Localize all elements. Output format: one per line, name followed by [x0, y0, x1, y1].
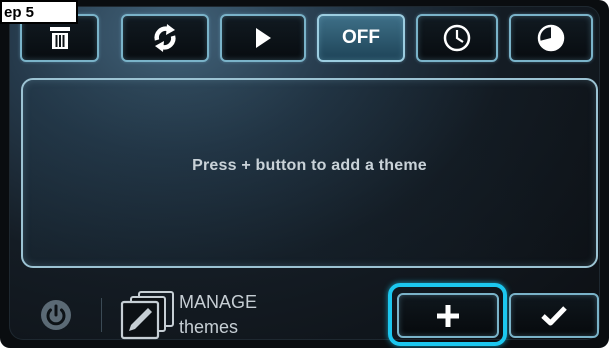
clock-icon [443, 24, 471, 52]
device-frame: OFF Press + button to add a theme MANAGE… [0, 0, 609, 348]
play-button[interactable] [220, 14, 306, 62]
toolbar: OFF [20, 14, 600, 64]
themes-list-panel: Press + button to add a theme [21, 78, 598, 268]
step-label: ep 5 [0, 0, 78, 24]
pie-timer-icon [537, 24, 565, 52]
manage-label: MANAGE [179, 292, 258, 312]
add-theme-button[interactable] [397, 293, 499, 338]
manage-themes-button[interactable]: MANAGE themes [119, 290, 269, 340]
themes-label: themes [179, 317, 239, 337]
check-icon [541, 305, 567, 325]
off-button-label: OFF [342, 27, 380, 48]
power-icon [41, 300, 71, 330]
schedule-button[interactable] [416, 14, 498, 62]
bottom-divider [101, 298, 102, 332]
trash-icon [49, 27, 70, 49]
timer-button[interactable] [509, 14, 593, 62]
confirm-button[interactable] [509, 293, 599, 338]
empty-message: Press + button to add a theme [192, 157, 427, 174]
refresh-icon [154, 24, 176, 52]
plus-icon [437, 304, 459, 327]
off-button[interactable]: OFF [317, 14, 405, 62]
edit-layers-icon [120, 291, 174, 340]
play-icon [256, 28, 271, 48]
refresh-button[interactable] [121, 14, 209, 62]
power-button[interactable] [40, 299, 72, 331]
